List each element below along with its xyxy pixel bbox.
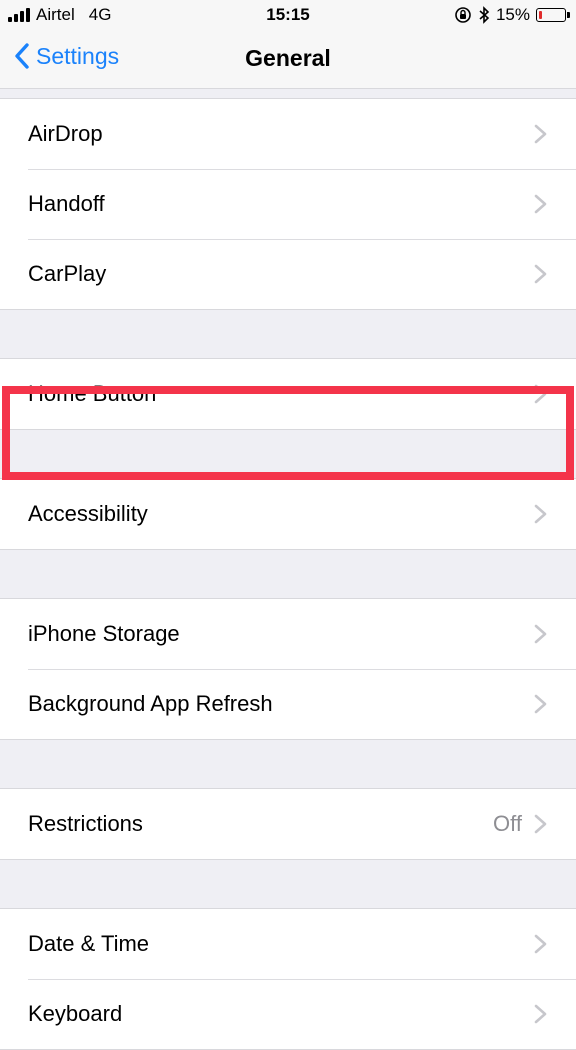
status-right: 15% <box>454 5 570 25</box>
row-label: Keyboard <box>28 1001 123 1026</box>
row-background-app-refresh[interactable]: Background App Refresh <box>0 669 576 739</box>
row-value: Off <box>493 811 522 836</box>
chevron-right-icon <box>534 1004 547 1024</box>
row-restrictions[interactable]: Restrictions Off <box>0 789 576 859</box>
chevron-right-icon <box>534 384 547 404</box>
row-airdrop[interactable]: AirDrop <box>0 99 576 169</box>
section-sharing: AirDrop Handoff CarPlay <box>0 98 576 310</box>
status-bar: Airtel 4G 15:15 15% <box>0 0 576 32</box>
row-label: Handoff <box>28 191 105 216</box>
row-label: CarPlay <box>28 261 107 286</box>
row-label: Date & Time <box>28 931 150 956</box>
battery-percent: 15% <box>495 5 530 24</box>
section-storage: iPhone Storage Background App Refresh <box>0 598 576 740</box>
bluetooth-icon <box>479 6 490 24</box>
section-date-keyboard: Date & Time Keyboard <box>0 908 576 1050</box>
row-accessibility[interactable]: Accessibility <box>0 479 576 549</box>
row-label: iPhone Storage <box>28 621 180 646</box>
row-date-time[interactable]: Date & Time <box>0 909 576 979</box>
chevron-right-icon <box>534 194 547 214</box>
chevron-right-icon <box>534 124 547 144</box>
row-handoff[interactable]: Handoff <box>0 169 576 239</box>
row-label: Background App Refresh <box>28 691 273 716</box>
section-restrictions: Restrictions Off <box>0 788 576 860</box>
row-keyboard[interactable]: Keyboard <box>0 979 576 1049</box>
row-label: Restrictions <box>28 811 143 836</box>
navigation-bar: Settings General <box>0 32 576 89</box>
row-label: Home Button <box>28 381 157 406</box>
settings-list: AirDrop Handoff CarPlay Home Button Acce… <box>0 89 576 1050</box>
row-home-button[interactable]: Home Button <box>0 359 576 429</box>
row-carplay[interactable]: CarPlay <box>0 239 576 309</box>
orientation-lock-icon <box>455 7 471 23</box>
chevron-right-icon <box>534 814 547 834</box>
row-label: AirDrop <box>28 121 103 146</box>
page-title: General <box>245 45 331 71</box>
chevron-right-icon <box>534 504 547 524</box>
chevron-right-icon <box>534 264 547 284</box>
section-home-button: Home Button <box>0 358 576 430</box>
chevron-right-icon <box>534 694 547 714</box>
section-accessibility: Accessibility <box>0 478 576 550</box>
chevron-right-icon <box>534 934 547 954</box>
battery-fill <box>539 11 542 19</box>
row-label: Accessibility <box>28 501 148 526</box>
chevron-right-icon <box>534 624 547 644</box>
row-iphone-storage[interactable]: iPhone Storage <box>0 599 576 669</box>
battery-icon <box>536 8 570 22</box>
